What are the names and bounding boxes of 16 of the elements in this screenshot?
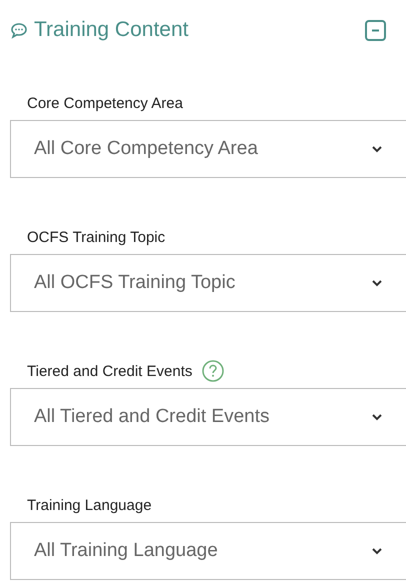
dropdown-select[interactable]: All Training Language <box>10 522 406 580</box>
chat-bubble-icon <box>10 22 28 38</box>
chevron-down-icon <box>372 548 382 554</box>
chevron-down-icon <box>372 414 382 420</box>
chevron-down-icon <box>372 146 382 152</box>
dropdown-select[interactable]: All Tiered and Credit Events <box>10 388 406 446</box>
field-label: OCFS Training Topic <box>27 228 166 246</box>
help-icon[interactable] <box>202 360 224 382</box>
chevron-down-icon <box>372 280 382 286</box>
collapse-toggle[interactable] <box>365 20 386 40</box>
section-title: Training Content <box>34 18 188 42</box>
field-label: Core Competency Area <box>27 94 183 112</box>
dropdown-select[interactable]: All Core Competency Area <box>10 120 406 178</box>
dropdown-select[interactable]: All OCFS Training Topic <box>10 254 406 312</box>
field-label: Tiered and Credit Events <box>27 362 192 380</box>
field-label: Training Language <box>27 496 152 514</box>
